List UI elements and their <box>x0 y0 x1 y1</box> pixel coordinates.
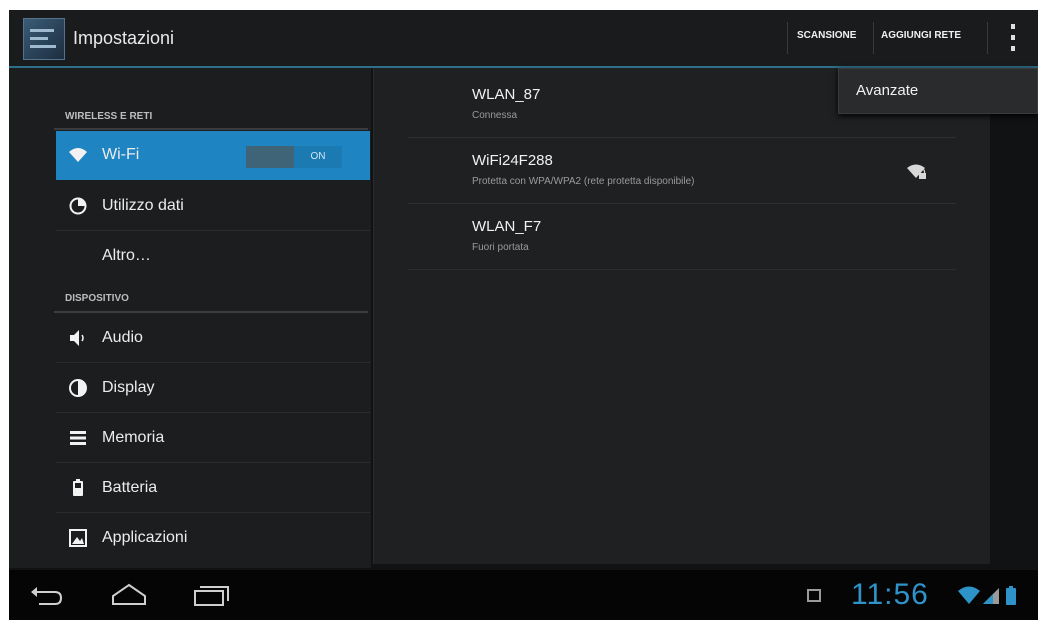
divider <box>873 22 874 54</box>
divider <box>787 22 788 54</box>
sidebar-item-label: Wi-Fi <box>102 146 140 163</box>
wifi-lock-icon <box>906 163 928 181</box>
back-icon[interactable] <box>27 580 67 610</box>
tablet-screen: Impostazioni SCANSIONE AGGIUNGI RETE WIR… <box>9 10 1038 620</box>
cell-signal-icon <box>983 588 999 604</box>
network-item[interactable]: WiFi24F288 Protetta con WPA/WPA2 (rete p… <box>408 138 956 204</box>
wifi-icon <box>68 145 88 165</box>
section-header-device: DISPOSITIVO <box>65 293 129 304</box>
page-title: Impostazioni <box>73 28 175 48</box>
home-icon[interactable] <box>109 580 149 610</box>
sidebar-item-data-usage[interactable]: Utilizzo dati <box>56 182 370 231</box>
sidebar-item-storage[interactable]: Memoria <box>56 414 370 463</box>
speaker-icon <box>68 328 88 348</box>
sidebar-item-label: Utilizzo dati <box>102 197 184 214</box>
battery-status-icon <box>1006 586 1016 605</box>
sidebar-item-audio[interactable]: Audio <box>56 314 370 363</box>
network-status: Connessa <box>472 110 518 121</box>
add-network-button[interactable]: AGGIUNGI RETE <box>881 30 961 41</box>
sidebar-item-label: Applicazioni <box>102 529 188 546</box>
item-divider <box>408 269 956 270</box>
section-divider <box>54 311 368 313</box>
wifi-toggle[interactable]: ON <box>246 146 342 168</box>
sidebar-item-display[interactable]: Display <box>56 364 370 413</box>
sidebar-item-wifi[interactable]: Wi-Fi ON <box>56 131 370 180</box>
system-navigation-bar: 11:56 <box>9 570 1038 620</box>
data-usage-icon <box>68 196 88 216</box>
scan-button[interactable]: SCANSIONE <box>797 30 856 41</box>
item-divider <box>56 512 370 513</box>
toggle-on-label: ON <box>294 146 342 168</box>
battery-icon <box>68 478 88 498</box>
network-status: Protetta con WPA/WPA2 (rete protetta dis… <box>472 176 695 187</box>
item-divider <box>56 462 370 463</box>
overflow-menu: Avanzate <box>838 68 1038 114</box>
action-bar: Impostazioni SCANSIONE AGGIUNGI RETE <box>9 10 1038 68</box>
settings-app-icon[interactable] <box>23 18 65 60</box>
screenshot-notification-icon[interactable] <box>807 589 821 602</box>
network-item[interactable]: WLAN_F7 Fuori portata <box>408 204 956 270</box>
menu-item-advanced[interactable]: Avanzate <box>856 82 918 99</box>
sidebar-item-label: Display <box>102 379 155 396</box>
wifi-network-list: WLAN_87 Connessa WiFi24F288 Protetta con… <box>373 68 990 564</box>
item-divider <box>56 412 370 413</box>
settings-sidebar: WIRELESS E RETI Wi-Fi ON Utilizzo dati A… <box>9 68 371 568</box>
sidebar-item-label: Altro… <box>102 247 151 264</box>
sidebar-item-label: Memoria <box>102 429 165 446</box>
storage-icon <box>68 428 88 448</box>
network-status: Fuori portata <box>472 242 529 253</box>
section-divider <box>54 128 368 130</box>
network-ssid: WLAN_F7 <box>472 218 542 235</box>
sidebar-item-apps[interactable]: Applicazioni <box>56 514 370 563</box>
sidebar-item-battery[interactable]: Batteria <box>56 464 370 513</box>
item-divider <box>56 230 370 231</box>
network-ssid: WiFi24F288 <box>472 152 553 169</box>
overflow-menu-icon[interactable] <box>1003 22 1023 54</box>
wifi-signal-icon <box>958 586 980 604</box>
divider <box>987 22 988 54</box>
apps-icon <box>68 528 88 548</box>
sidebar-item-label: Batteria <box>102 479 158 496</box>
sidebar-item-more[interactable]: Altro… <box>56 232 370 281</box>
section-header-wireless: WIRELESS E RETI <box>65 111 153 122</box>
display-icon <box>68 378 88 398</box>
sidebar-item-label: Audio <box>102 329 143 346</box>
network-ssid: WLAN_87 <box>472 86 541 103</box>
status-icons[interactable] <box>957 582 1023 608</box>
item-divider <box>56 362 370 363</box>
recent-apps-icon[interactable] <box>191 580 231 610</box>
toggle-track <box>246 146 294 168</box>
clock[interactable]: 11:56 <box>851 578 929 612</box>
